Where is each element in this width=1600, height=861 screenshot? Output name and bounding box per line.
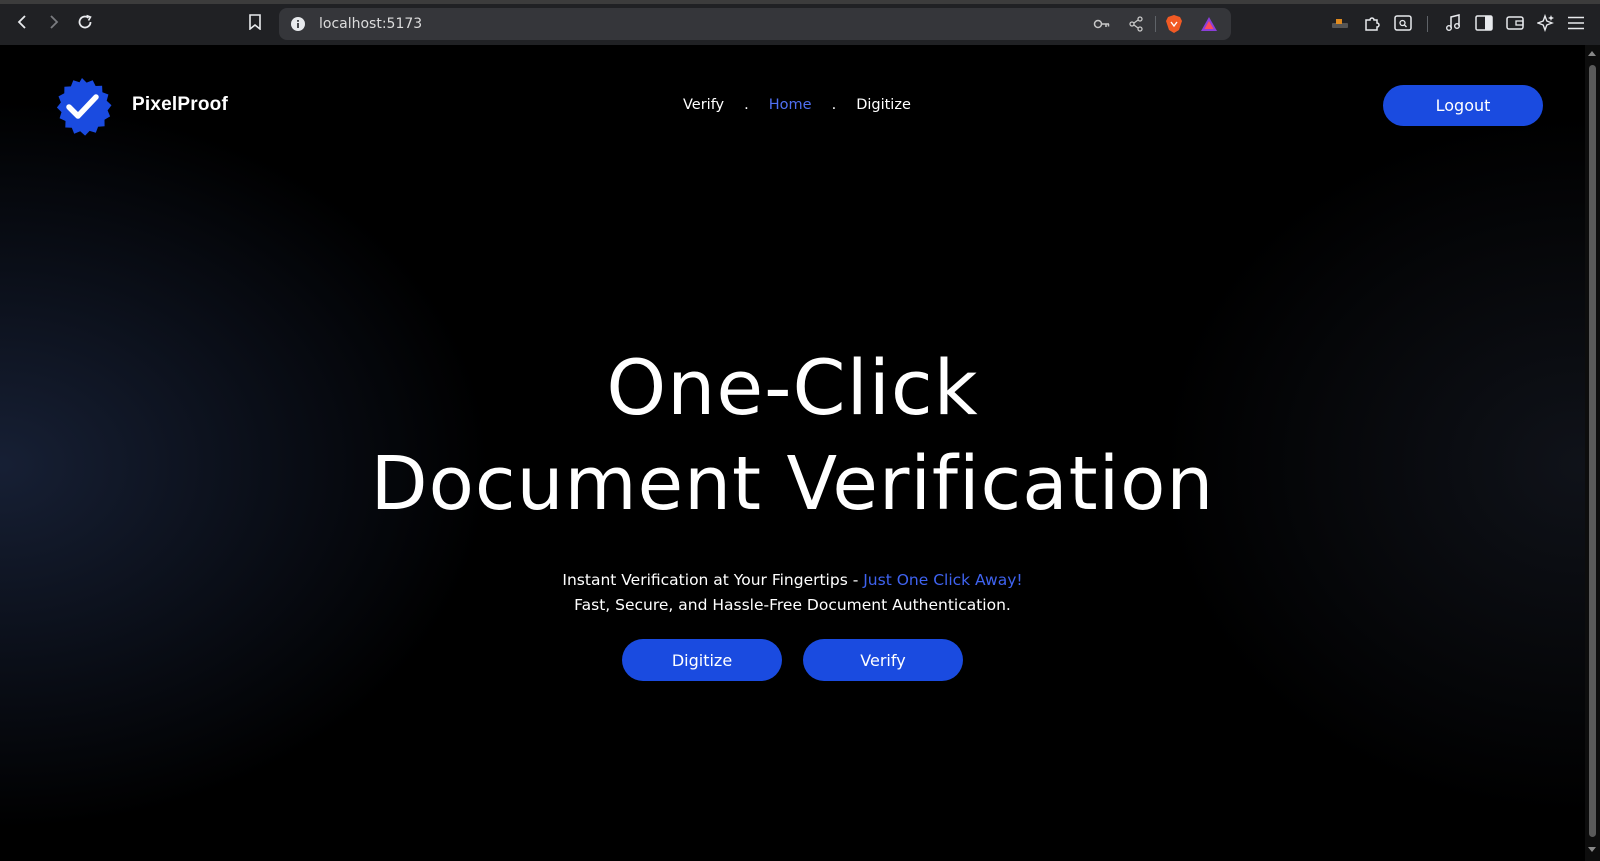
menu-hamburger-icon[interactable]	[1566, 13, 1586, 33]
brave-rewards-icon[interactable]	[1200, 15, 1218, 33]
password-key-icon[interactable]	[1093, 15, 1111, 33]
bookmark-icon[interactable]	[242, 9, 268, 35]
site-info-icon[interactable]	[289, 15, 307, 33]
page-viewport: PixelProof Verify . Home . Digitize Logo…	[0, 45, 1585, 861]
leo-ai-sparkle-icon[interactable]	[1536, 13, 1556, 33]
verify-button[interactable]: Verify	[803, 639, 963, 681]
scroll-up-arrow-icon[interactable]	[1588, 51, 1596, 56]
scrollbar-thumb[interactable]	[1589, 65, 1596, 837]
page-scrollbar[interactable]	[1585, 45, 1600, 861]
hero-title-line-1: One-Click	[606, 343, 979, 432]
nav-separator: .	[744, 97, 749, 113]
page-search-icon[interactable]	[1393, 13, 1413, 33]
media-music-icon[interactable]	[1443, 13, 1463, 33]
hero-subtitle-prefix: Instant Verification at Your Fingertips …	[562, 571, 864, 589]
nav-link-digitize[interactable]: Digitize	[856, 97, 911, 113]
sidebar-toggle-icon[interactable]	[1474, 13, 1494, 33]
verified-badge-logo-icon[interactable]	[51, 75, 113, 137]
browser-toolbar: localhost:5173	[0, 0, 1600, 45]
scroll-down-arrow-icon[interactable]	[1588, 847, 1596, 852]
wallet-icon[interactable]	[1505, 13, 1525, 33]
address-bar[interactable]: localhost:5173	[279, 8, 1231, 40]
digitize-button[interactable]: Digitize	[622, 639, 782, 681]
brand-name[interactable]: PixelProof	[132, 94, 228, 116]
nav-link-verify[interactable]: Verify	[683, 97, 724, 113]
extensions-puzzle-icon[interactable]	[1362, 13, 1382, 33]
hero-subtitle-line-1: Instant Verification at Your Fingertips …	[0, 571, 1585, 589]
nav-link-home[interactable]: Home	[769, 97, 812, 113]
hero-subtitle-accent: Just One Click Away!	[863, 571, 1023, 589]
reload-icon[interactable]	[72, 9, 98, 35]
share-icon[interactable]	[1127, 15, 1145, 33]
logout-button[interactable]: Logout	[1383, 85, 1543, 126]
extension-app-icon[interactable]	[1330, 13, 1350, 33]
main-nav: Verify . Home . Digitize	[683, 95, 911, 115]
url-text[interactable]: localhost:5173	[319, 16, 422, 32]
brave-shield-icon[interactable]	[1165, 15, 1183, 33]
hero-subtitle-line-2: Fast, Secure, and Hassle-Free Document A…	[574, 596, 1011, 614]
nav-separator: .	[831, 97, 837, 113]
forward-icon[interactable]	[40, 9, 66, 35]
hero-title-line-2: Document Verification	[370, 441, 1215, 527]
back-icon[interactable]	[10, 9, 36, 35]
